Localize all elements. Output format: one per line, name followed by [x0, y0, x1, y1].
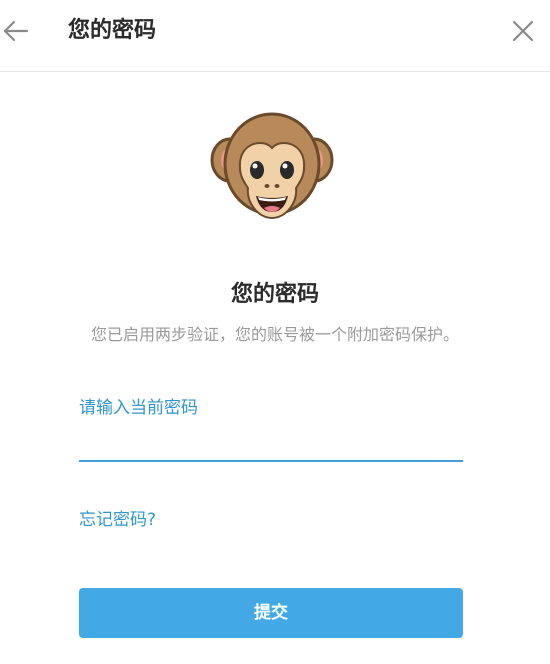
- two-step-description: 您已启用两步验证，您的账号被一个附加密码保护。: [90, 325, 459, 344]
- close-button[interactable]: [506, 14, 540, 48]
- page-title: 您的密码: [68, 18, 157, 43]
- submit-button[interactable]: 提交: [79, 588, 463, 638]
- back-button[interactable]: [0, 14, 34, 48]
- password-field-label: 请输入当前密码: [79, 398, 198, 418]
- password-input[interactable]: [79, 426, 463, 462]
- forgot-password-link[interactable]: 忘记密码?: [79, 507, 156, 533]
- section-heading: 您的密码: [230, 282, 319, 307]
- arrow-left-icon: [3, 20, 29, 42]
- header-bar: 您的密码: [0, 0, 550, 72]
- monkey-face-icon: [210, 110, 334, 226]
- close-icon: [512, 20, 534, 42]
